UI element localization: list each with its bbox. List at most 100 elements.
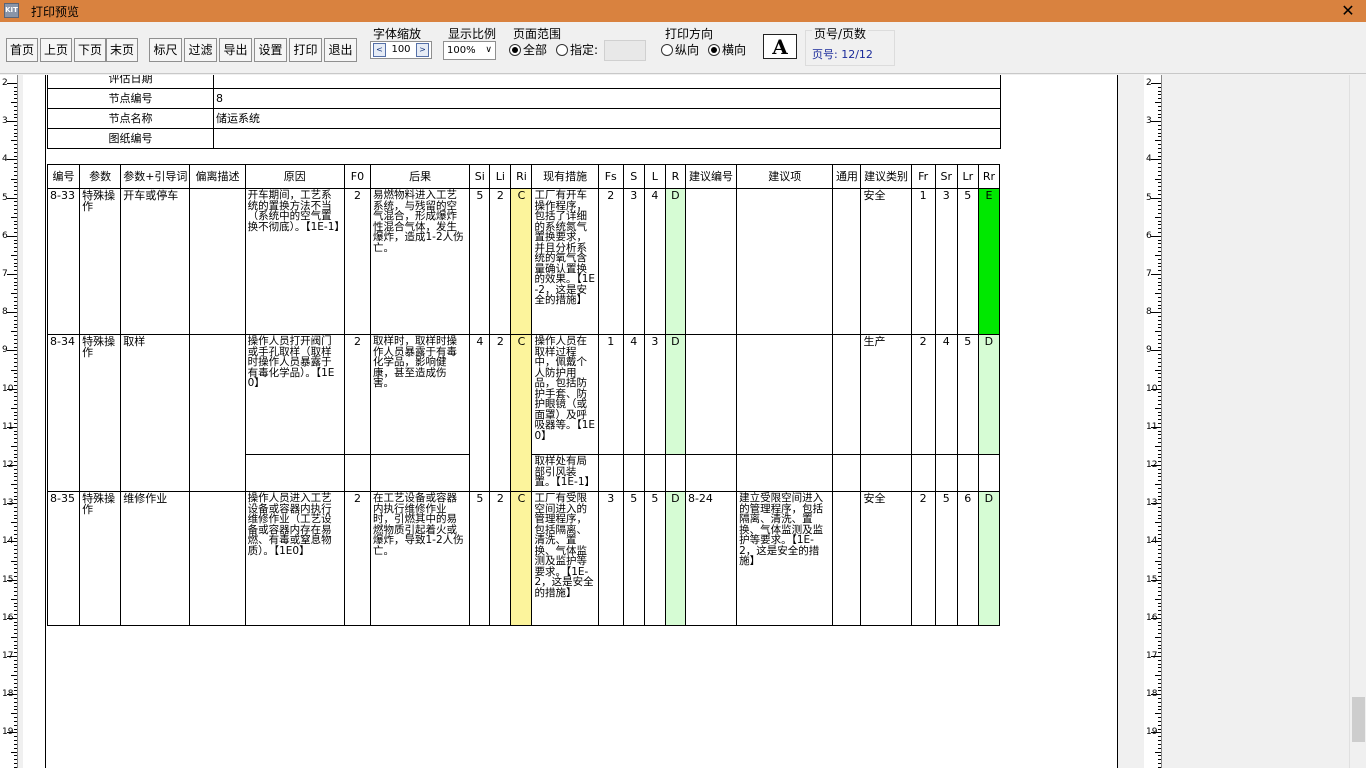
prev-page-button[interactable]: 上页	[40, 38, 72, 62]
ruler-tick	[1144, 102, 1161, 104]
ruler-tick	[0, 296, 17, 298]
range-all-radio[interactable]: 全部	[509, 43, 547, 57]
range-specify-input[interactable]	[604, 40, 646, 61]
ruler-tick	[1144, 568, 1161, 570]
vertical-ruler-right: 2 3 4 5 6 7 8 9 10 11 12 13 14 15 16 17 18 19	[1144, 75, 1162, 768]
chevron-down-icon[interactable]: ∨	[485, 42, 492, 59]
ruler-number: 9	[1146, 345, 1152, 356]
cell-fs	[597, 454, 624, 492]
ruler-tick	[1144, 228, 1161, 230]
ruler-tick	[1144, 224, 1161, 226]
cell-rr	[977, 454, 1001, 492]
ruler-tick	[1144, 701, 1161, 703]
display-ratio-select[interactable]: 100% ∨	[443, 41, 496, 60]
ruler-tick	[0, 682, 17, 684]
chevron-right-icon[interactable]: >	[416, 43, 429, 57]
ruler-tick	[0, 144, 17, 146]
ruler-tick	[1144, 342, 1161, 344]
table-row: 8-35 特殊操作 维修作业 操作人员进入工艺设备或容器内执行维修作业（工艺设备…	[46, 491, 1001, 626]
ruler-tick	[0, 258, 17, 260]
ruler-tick	[1144, 212, 1161, 214]
ruler-tick	[1144, 472, 1161, 474]
info-value	[213, 75, 1001, 89]
ruler-tick	[1144, 594, 1161, 596]
ruler-tick	[1144, 713, 1161, 715]
column-header: Rr	[977, 164, 1001, 189]
ruler-tick	[1144, 113, 1161, 115]
ruler-tick	[1144, 522, 1161, 524]
ruler-tick	[0, 724, 17, 726]
ruler-tick	[1144, 407, 1161, 409]
vertical-scrollbar[interactable]	[1349, 75, 1366, 768]
ruler-tick	[0, 438, 17, 440]
table-row: 8-34 特殊操作 取样 操作人员打开阀门或手孔取样（取样时操作人员暴露于有毒化…	[46, 334, 1001, 492]
cell-rr: D	[977, 491, 1001, 626]
ruler-tick	[0, 98, 17, 100]
cell-consequence: 易燃物料进入工艺系统，与残留的空气混合，形成爆炸性混合气体，发生爆炸，造成1-2…	[369, 188, 471, 335]
ruler-tick	[1144, 755, 1161, 757]
exit-button[interactable]: 退出	[324, 38, 357, 62]
ruler-number: 11	[2, 421, 14, 432]
ruler-tick	[0, 568, 17, 570]
cell-guide: 取样	[120, 334, 191, 492]
cell-fs: 1	[597, 334, 624, 455]
ruler-button[interactable]: 标尺	[149, 38, 182, 62]
close-icon[interactable]: ✕	[1338, 1, 1358, 21]
print-button[interactable]: 打印	[289, 38, 322, 62]
page-range-label: 页面范围	[513, 27, 562, 41]
font-zoom-stepper[interactable]: < 100 >	[370, 41, 432, 59]
page-right-border	[1117, 75, 1118, 768]
ruler-tick	[0, 220, 17, 222]
window-title: 打印预览	[31, 5, 80, 19]
portrait-radio[interactable]: 纵向	[661, 43, 699, 57]
scrollbar-thumb[interactable]	[1352, 697, 1365, 742]
ruler-tick	[0, 755, 17, 757]
ruler-tick	[0, 209, 17, 211]
ruler-tick	[0, 762, 17, 764]
ruler-tick	[0, 529, 17, 531]
table-header-row: 编号 参数 参数+引导词 偏离描述 原因 F0 后果 Si Li Ri 现有措施 Fs S L R 建议编号建…	[46, 164, 1001, 189]
ruler-tick	[0, 449, 17, 451]
ruler-tick	[0, 109, 17, 111]
ruler-tick	[1144, 128, 1161, 130]
export-button[interactable]: 导出	[219, 38, 252, 62]
ruler-tick	[1144, 434, 1161, 436]
range-specify-radio[interactable]: 指定:	[556, 43, 598, 57]
ruler-tick	[1144, 358, 1161, 360]
ruler-tick	[0, 403, 17, 405]
cell-measures: 工厂有受限空间进入的管理程序，包括隔离、清洗、置换、气体监测及监护等要求。【1E…	[531, 491, 599, 626]
ruler-tick	[0, 411, 17, 413]
ruler-tick	[1144, 182, 1161, 184]
ruler-tick	[1144, 251, 1161, 253]
ruler-tick	[1144, 743, 1161, 745]
chevron-left-icon[interactable]: <	[373, 43, 386, 57]
ruler-tick	[0, 212, 17, 214]
ruler-tick	[0, 740, 17, 742]
cell-consequence	[369, 454, 471, 492]
ruler-number: 2	[1146, 78, 1152, 88]
ruler-tick	[0, 400, 17, 402]
ruler-tick	[0, 717, 17, 719]
ruler-number: 6	[1146, 230, 1152, 241]
font-button[interactable]: A	[763, 34, 797, 59]
first-page-button[interactable]: 首页	[6, 38, 38, 62]
ruler-tick	[1144, 549, 1161, 551]
font-zoom-value[interactable]: 100	[387, 42, 415, 58]
ruler-tick	[0, 598, 17, 600]
next-page-button[interactable]: 下页	[74, 38, 106, 62]
landscape-radio[interactable]: 横向	[708, 43, 746, 57]
ruler-tick	[0, 518, 17, 520]
ruler-tick	[0, 644, 17, 646]
ruler-tick	[1144, 415, 1161, 417]
ruler-tick	[1144, 331, 1161, 333]
ruler-tick	[0, 262, 17, 264]
last-page-button[interactable]: 末页	[106, 38, 138, 62]
cell-l: 3	[643, 334, 666, 455]
ruler-tick	[0, 633, 17, 635]
ruler-tick	[0, 304, 17, 306]
filter-button[interactable]: 过滤	[184, 38, 217, 62]
column-header: L	[643, 164, 666, 189]
ruler-tick	[0, 480, 17, 482]
settings-button[interactable]: 设置	[254, 38, 287, 62]
radio-checked-icon	[509, 44, 521, 56]
